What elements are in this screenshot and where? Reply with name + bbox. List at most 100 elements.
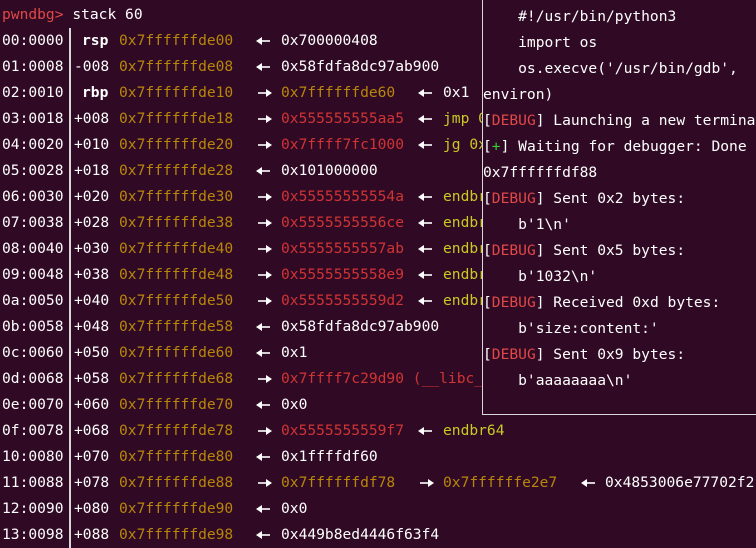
arrow-right-icon — [258, 297, 272, 305]
relative-offset: -008 — [74, 58, 110, 75]
stack-offset: 0f:0078 — [2, 422, 64, 439]
stack-row: 0f:0078 +068 0x7ffffffde78 0x5555555559f7 en… — [0, 418, 756, 444]
stack-address: 0x7ffffffde50 — [119, 292, 234, 309]
stack-value: 0x5555555558e9 — [281, 266, 405, 283]
log-line: os.execve('/usr/bin/gdb', — [483, 56, 738, 82]
arrow-left-icon — [418, 141, 432, 149]
log-text: b'aaaaaaaa\n' — [483, 372, 633, 389]
deref-value: endbr — [443, 240, 487, 257]
log-text: ] Sent 0x9 bytes: — [535, 346, 686, 363]
register-name: rsp — [82, 32, 109, 49]
arrow-left-icon — [418, 271, 432, 279]
stack-value: 0x0 — [281, 500, 308, 517]
column-divider — [69, 444, 71, 470]
stack-value: 0x555555555aa5 — [281, 110, 405, 127]
deref-value: endbr — [443, 292, 487, 309]
column-divider — [69, 236, 71, 262]
deref-value: endbr64 — [443, 422, 505, 439]
log-line: environ) — [483, 82, 553, 108]
log-line: [DEBUG] Launching a new termina — [483, 108, 755, 134]
gdb-prompt: pwndbg> stack 60 — [2, 2, 143, 28]
stack-offset: 03:0018 — [2, 110, 64, 127]
log-text: import os — [483, 34, 598, 51]
stack-offset: 05:0028 — [2, 162, 64, 179]
debug-tag: DEBUG — [491, 112, 536, 129]
stack-value: 0x5555555556ce — [281, 214, 405, 231]
column-divider — [69, 54, 71, 80]
stack-address: 0x7ffffffde70 — [119, 396, 234, 413]
arrow-left-icon — [418, 219, 432, 227]
stack-offset: 08:0040 — [2, 240, 64, 257]
relative-offset: +038 — [74, 266, 110, 283]
debug-tag: DEBUG — [491, 242, 536, 259]
stack-value: 0x449b8ed4446f63f4 — [281, 526, 440, 543]
stack-offset: 0d:0068 — [2, 370, 64, 387]
column-divider — [69, 522, 71, 548]
arrow-right-icon — [258, 427, 272, 435]
log-text: environ) — [483, 86, 554, 103]
log-text: [ — [483, 346, 492, 363]
stack-address: 0x7ffffffde90 — [119, 500, 234, 517]
log-line: [DEBUG] Sent 0x5 bytes: — [483, 238, 685, 264]
log-text: b'1032\n' — [483, 268, 598, 285]
stack-address: 0x7ffffffde28 — [119, 162, 234, 179]
arrow-right-icon — [258, 89, 272, 97]
stack-value: 0x7ffff7fc1000 — [281, 136, 405, 153]
column-divider — [69, 210, 71, 236]
stack-value: 0x5555555557ab — [281, 240, 405, 257]
stack-address: 0x7ffffffde80 — [119, 448, 234, 465]
stack-address: 0x7ffffffde68 — [119, 370, 234, 387]
log-line: [DEBUG] Sent 0x2 bytes: — [483, 186, 685, 212]
success-tag: + — [491, 138, 501, 155]
column-divider — [69, 158, 71, 184]
log-line: b'1032\n' — [483, 264, 597, 290]
arrow-left-icon — [256, 453, 270, 461]
deref-value: endbr — [443, 214, 487, 231]
arrow-left-icon — [418, 297, 432, 305]
column-divider — [69, 470, 71, 496]
stack-address: 0x7ffffffde08 — [119, 58, 234, 75]
stack-address: 0x7ffffffde20 — [119, 136, 234, 153]
stack-address: 0x7ffffffde98 — [119, 526, 234, 543]
stack-row: 13:0098 +088 0x7ffffffde98 0x449b8ed4446f63… — [0, 522, 756, 548]
relative-offset: +010 — [74, 136, 110, 153]
column-divider — [69, 80, 71, 106]
relative-offset: +068 — [74, 422, 110, 439]
relative-offset: +020 — [74, 188, 110, 205]
log-text: [ — [483, 190, 492, 207]
stack-value: 0x1ffffdf60 — [281, 448, 378, 465]
log-text: ] Launching a new termina — [535, 112, 756, 129]
stack-value: 0x700000408 — [281, 32, 378, 49]
relative-offset: +028 — [74, 214, 110, 231]
arrow-right-icon — [258, 245, 272, 253]
log-line: b'aaaaaaaa\n' — [483, 368, 632, 394]
arrow-right-icon — [420, 479, 434, 487]
relative-offset: +008 — [74, 110, 110, 127]
relative-offset: +048 — [74, 318, 110, 335]
arrow-left-icon — [418, 89, 432, 97]
log-text: [ — [483, 294, 492, 311]
stack-address: 0x7ffffffde10 — [119, 84, 234, 101]
stack-value: 0x55555555554a — [281, 188, 405, 205]
relative-offset: +030 — [74, 240, 110, 257]
log-text: [ — [483, 138, 492, 155]
pwntools-log-pane[interactable]: #!/usr/bin/python3 import os os.execve('… — [482, 0, 756, 415]
arrow-left-icon — [418, 115, 432, 123]
log-text: [ — [483, 112, 492, 129]
log-text: ] Waiting for debugger: Done — [500, 138, 747, 155]
stack-row: 11:0088 +078 0x7ffffffde88 0x7ffffffdf78 0x7… — [0, 470, 756, 496]
stack-address: 0x7ffffffde30 — [119, 188, 234, 205]
log-line: [+] Waiting for debugger: Done — [483, 134, 747, 160]
arrow-right-icon — [258, 219, 272, 227]
arrow-right-icon — [258, 271, 272, 279]
log-text: os.execve('/usr/bin/gdb', — [483, 60, 738, 77]
stack-offset: 00:0000 — [2, 32, 64, 49]
arrow-left-icon — [256, 349, 270, 357]
log-line: #!/usr/bin/python3 — [483, 4, 676, 30]
stack-offset: 10:0080 — [2, 448, 64, 465]
stack-address: 0x7ffffffde60 — [119, 344, 234, 361]
arrow-right-icon — [258, 115, 272, 123]
stack-address: 0x7ffffffde38 — [119, 214, 234, 231]
stack-address: 0x7ffffffde58 — [119, 318, 234, 335]
column-divider — [69, 340, 71, 366]
